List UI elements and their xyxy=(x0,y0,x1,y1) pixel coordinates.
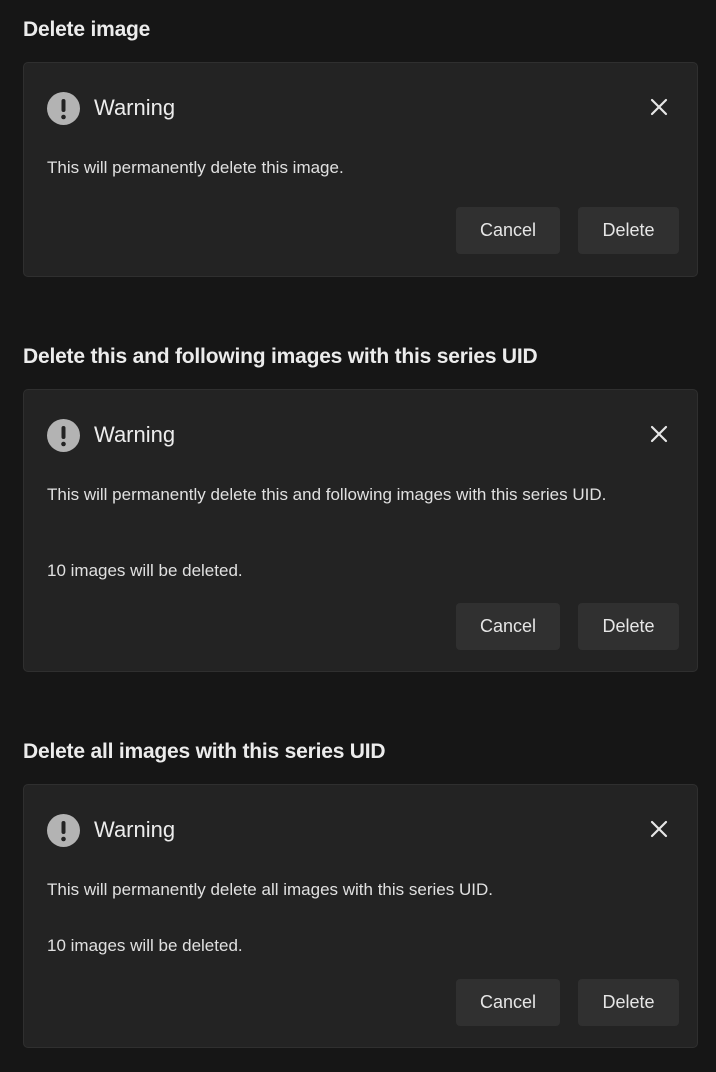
warning-dialog-delete-following: Warning This will permanently delete thi… xyxy=(23,389,698,672)
close-icon[interactable] xyxy=(649,424,669,444)
dialog-actions: Cancel Delete xyxy=(456,207,679,254)
dialog-title: Warning xyxy=(94,95,176,120)
dialog-header: Warning xyxy=(47,812,175,848)
dialog-title: Warning xyxy=(94,422,176,447)
exclamation-circle-icon xyxy=(47,813,80,847)
close-icon[interactable] xyxy=(649,819,669,839)
deletion-count-text: 10 images will be deleted. xyxy=(47,561,243,580)
dialog-header: Warning xyxy=(47,90,175,126)
cancel-button[interactable]: Cancel xyxy=(456,979,560,1026)
section-heading-delete-all: Delete all images with this series UID xyxy=(23,740,386,763)
dialog-message: This will permanently delete this image. xyxy=(47,158,344,177)
warning-dialog-delete-all: Warning This will permanently delete all… xyxy=(23,784,698,1048)
delete-button[interactable]: Delete xyxy=(578,603,679,650)
deletion-count-text: 10 images will be deleted. xyxy=(47,936,243,955)
cancel-button[interactable]: Cancel xyxy=(456,207,560,254)
page: Delete image Warning This will permanent… xyxy=(0,0,716,1072)
delete-button[interactable]: Delete xyxy=(578,979,679,1026)
section-heading-delete-image: Delete image xyxy=(23,18,151,41)
dialog-title: Warning xyxy=(94,817,176,842)
section-heading-delete-following: Delete this and following images with th… xyxy=(23,345,538,368)
dialog-actions: Cancel Delete xyxy=(456,979,679,1026)
dialog-message: This will permanently delete all images … xyxy=(47,880,493,899)
warning-dialog-delete-image: Warning This will permanently delete thi… xyxy=(23,62,698,277)
dialog-message: This will permanently delete this and fo… xyxy=(47,485,607,504)
dialog-actions: Cancel Delete xyxy=(456,603,679,650)
delete-button[interactable]: Delete xyxy=(578,207,679,254)
close-icon[interactable] xyxy=(649,97,669,117)
dialog-header: Warning xyxy=(47,417,175,453)
cancel-button[interactable]: Cancel xyxy=(456,603,560,650)
exclamation-circle-icon xyxy=(47,418,80,452)
exclamation-circle-icon xyxy=(47,91,80,125)
